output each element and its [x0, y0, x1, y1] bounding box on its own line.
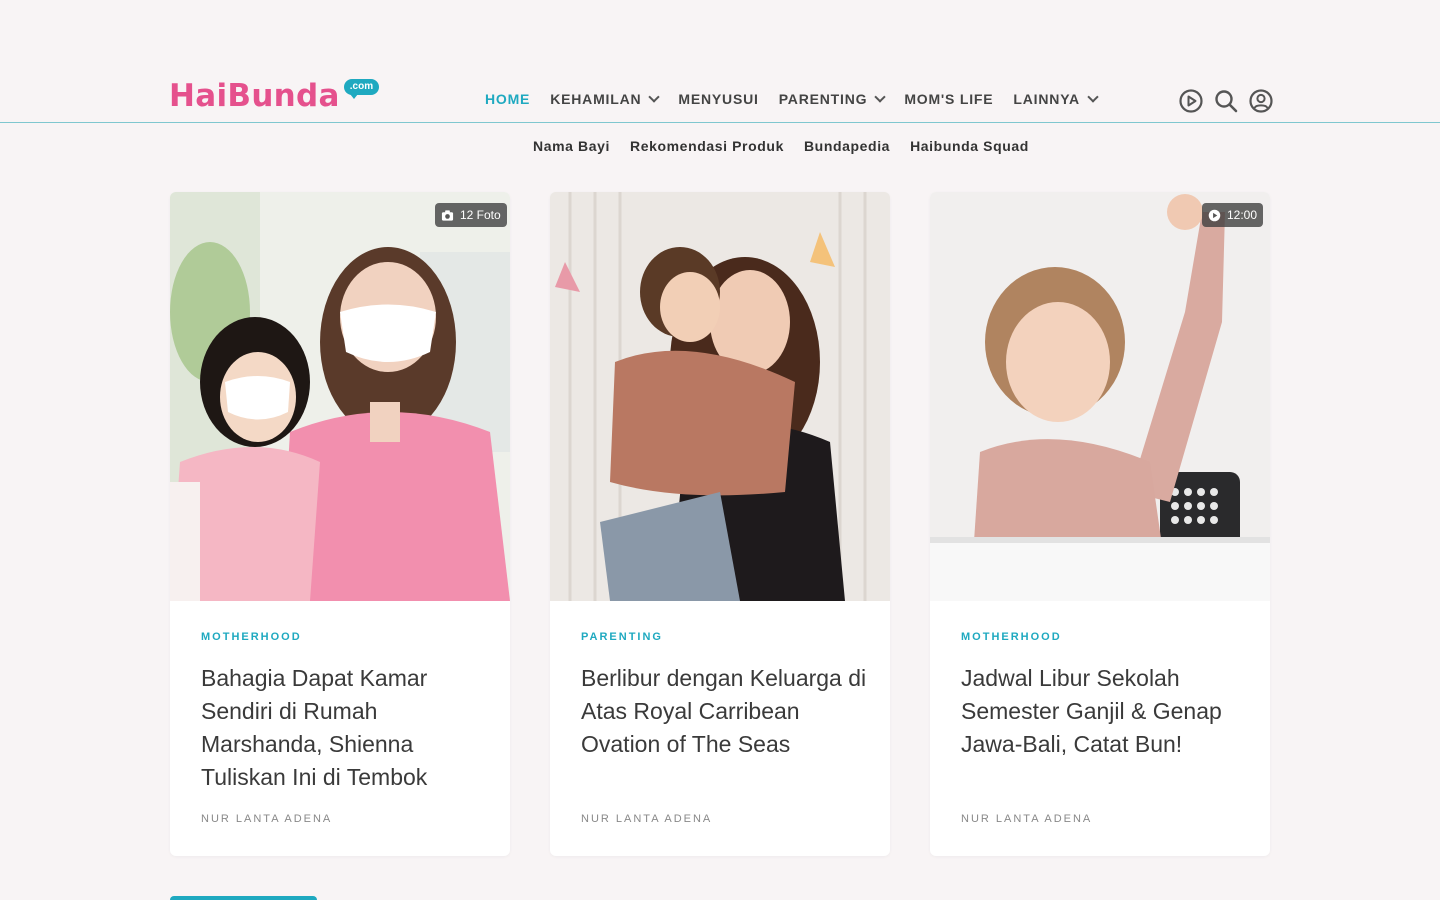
article-title[interactable]: Bahagia Dapat Kamar Sendiri di Rumah Mar… — [201, 662, 491, 794]
chevron-down-icon — [648, 90, 661, 103]
nav-item-label: MENYUSUI — [678, 91, 759, 107]
subnav-item-bundapedia[interactable]: Bundapedia — [804, 138, 890, 154]
nav-item-menyusui[interactable]: MENYUSUI — [678, 91, 758, 107]
site-logo[interactable]: HaiBunda .com — [169, 78, 380, 115]
video-duration-text: 12:00 — [1227, 208, 1258, 222]
article-author[interactable]: NUR LANTA ADENA — [961, 813, 1092, 825]
article-author[interactable]: NUR LANTA ADENA — [581, 813, 712, 825]
subnav-item-haibunda-squad[interactable]: Haibunda Squad — [910, 138, 1029, 154]
user-icon[interactable] — [1248, 88, 1274, 114]
article-thumbnail[interactable]: 12:00 — [930, 192, 1270, 601]
nav-item-label: KEHAMILAN — [550, 91, 642, 107]
article-category[interactable]: MOTHERHOOD — [201, 631, 302, 643]
photo-count-badge: 12 Foto — [435, 203, 507, 227]
article-category[interactable]: MOTHERHOOD — [961, 631, 1062, 643]
nav-item-parenting[interactable]: PARENTING — [778, 90, 886, 107]
nav-item-lainnya[interactable]: LAINNYA — [1013, 90, 1099, 107]
article-card[interactable]: 12 Foto MOTHERHOOD Bahagia Dapat Kamar S… — [170, 192, 510, 856]
search-icon[interactable] — [1213, 88, 1239, 114]
nav-item-label: LAINNYA — [1013, 91, 1080, 107]
camera-icon — [441, 209, 454, 221]
header-actions — [1178, 88, 1283, 114]
subnav-item-nama-bayi[interactable]: Nama Bayi — [533, 138, 610, 154]
photo-count-text: 12 Foto — [460, 208, 501, 222]
sub-nav: Nama Bayi Rekomendasi Produk Bundapedia … — [533, 137, 1049, 155]
article-title[interactable]: Jadwal Libur Sekolah Semester Ganjil & G… — [961, 662, 1251, 761]
chevron-down-icon — [874, 90, 886, 103]
article-card[interactable]: 12:00 MOTHERHOOD Jadwal Libur Sekolah Se… — [930, 192, 1270, 856]
article-category[interactable]: PARENTING — [581, 631, 663, 643]
main-nav: HOME KEHAMILAN MENYUSUI PARENTING MOM'S … — [485, 89, 1117, 109]
logo-tld-badge: .com — [343, 79, 380, 99]
nav-item-label: MOM'S LIFE — [904, 91, 994, 107]
article-thumbnail[interactable] — [550, 192, 890, 601]
chevron-down-icon — [1087, 90, 1099, 103]
play-icon — [1208, 209, 1221, 221]
article-thumbnail[interactable]: 12 Foto — [170, 192, 510, 601]
nav-item-label: PARENTING — [778, 91, 868, 107]
nav-item-kehamilan[interactable]: KEHAMILAN — [550, 90, 661, 107]
article-grid: 12 Foto MOTHERHOOD Bahagia Dapat Kamar S… — [170, 192, 1270, 856]
logo-text: HaiBunda — [169, 78, 340, 114]
nav-item-label: HOME — [485, 91, 531, 107]
article-author[interactable]: NUR LANTA ADENA — [201, 813, 332, 825]
play-circle-icon[interactable] — [1178, 88, 1204, 114]
section-heading-bar — [170, 896, 317, 900]
video-duration-badge: 12:00 — [1202, 203, 1264, 227]
nav-item-home[interactable]: HOME — [485, 91, 530, 107]
nav-item-moms-life[interactable]: MOM'S LIFE — [904, 91, 993, 107]
subnav-item-rekomendasi-produk[interactable]: Rekomendasi Produk — [630, 138, 784, 154]
article-title[interactable]: Berlibur dengan Keluarga di Atas Royal C… — [581, 662, 871, 761]
article-card[interactable]: PARENTING Berlibur dengan Keluarga di At… — [550, 192, 890, 856]
site-header: HaiBunda .com HOME KEHAMILAN MENYUSUI PA… — [0, 0, 1440, 123]
